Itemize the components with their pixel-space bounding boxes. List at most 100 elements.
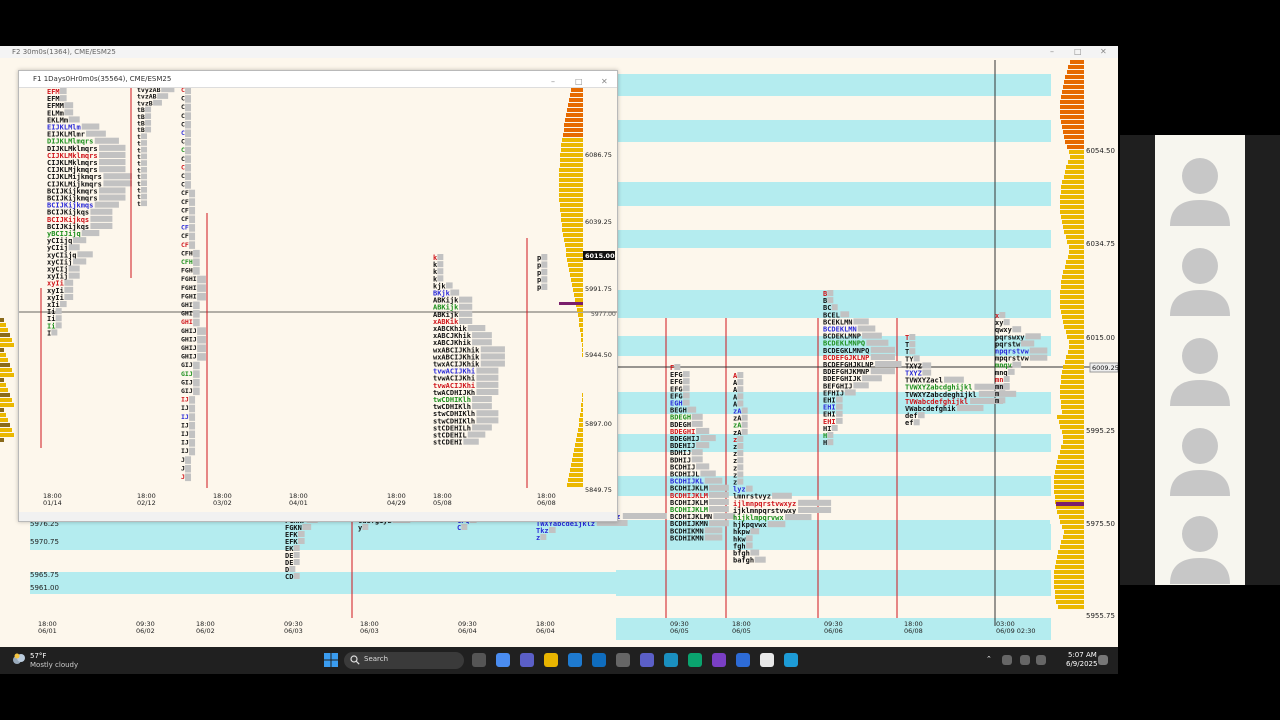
tpo-profile-bar: [704, 527, 723, 534]
tpo-profile-bar: [185, 473, 192, 482]
outlook-icon[interactable]: [592, 653, 606, 667]
trading-app-icon[interactable]: [784, 653, 798, 667]
tpo-profile-bar: [836, 403, 843, 410]
tpo-profile-bar: [827, 432, 834, 439]
volume-bar: [582, 398, 583, 402]
tpo-row: C: [181, 163, 185, 171]
volume-bar: [568, 263, 583, 267]
volume-bar: [1060, 300, 1084, 304]
tpo-profile-bar: [541, 276, 548, 283]
inner-window-titlebar[interactable]: F1 1Days0Hr0m0s(35564), CME/ESM25 – □ ✕: [19, 71, 617, 88]
volume-bar: [1064, 135, 1084, 139]
tpo-profile-bar: [189, 232, 196, 241]
volume-bar: [1062, 315, 1084, 319]
windows-start-icon[interactable]: [324, 653, 338, 667]
tpo-profile-bar: [145, 113, 152, 119]
session-band: [616, 182, 1051, 206]
date-axis-label: 02/12: [137, 499, 156, 507]
volume-bar: [1059, 420, 1084, 424]
clock-time[interactable]: 5:07 AM: [1068, 651, 1097, 659]
tpo-profile-bar: [193, 249, 200, 258]
tpo-profile-bar: [81, 230, 100, 237]
close-icon[interactable]: ✕: [1100, 46, 1107, 58]
tpo-profile-bar: [700, 470, 716, 477]
tpo-profile-bar: [157, 93, 169, 99]
weather-desc[interactable]: Mostly cloudy: [30, 661, 78, 669]
tpo-profile-bar: [480, 360, 505, 367]
edge-icon[interactable]: [688, 653, 702, 667]
daily-profile-window[interactable]: F1 1Days0Hr0m0s(35564), CME/ESM25 – □ ✕ …: [18, 70, 618, 522]
tpo-profile-bar: [189, 206, 196, 215]
settings-icon[interactable]: [616, 653, 630, 667]
tpo-profile-bar: [185, 181, 192, 189]
visual-studio-icon[interactable]: [712, 653, 726, 667]
tpo-profile-bar: [189, 447, 196, 456]
tray-chevron-icon[interactable]: ⌃: [986, 655, 992, 663]
task-view-icon[interactable]: [472, 653, 486, 667]
file-explorer-icon[interactable]: [544, 653, 558, 667]
tpo-profile-bar: [185, 129, 192, 138]
volume-bar: [576, 438, 583, 442]
tpo-profile-bar: [831, 304, 838, 311]
volume-bar: [561, 218, 583, 222]
tpo-profile-bar: [709, 491, 729, 498]
volume-bar: [1060, 195, 1084, 199]
volume-bar: [1065, 170, 1084, 174]
tpo-profile-bar: [737, 471, 744, 478]
store-icon[interactable]: [568, 653, 582, 667]
tpo-profile-bar: [918, 412, 925, 419]
tpo-profile-bar: [197, 327, 206, 335]
tpo-profile-bar: [700, 435, 716, 442]
tpo-profile-bar: [141, 180, 148, 186]
tpo-profile-bar: [141, 153, 148, 160]
tpo-profile-bar: [696, 463, 710, 470]
photos-icon[interactable]: [664, 653, 678, 667]
tpo-profile-bar: [99, 194, 126, 201]
tpo-row: GIJ: [181, 361, 193, 369]
tpo-profile-bar: [746, 535, 753, 542]
tray-battery-icon[interactable]: [1036, 655, 1046, 665]
date-axis-label: 06/03: [360, 627, 379, 635]
clock-date[interactable]: 6/9/2025: [1066, 660, 1097, 668]
tpo-profile-bar: [86, 130, 106, 137]
weather-temp[interactable]: 57°F: [30, 652, 46, 660]
copilot-icon[interactable]: [496, 653, 510, 667]
volume-bar: [559, 168, 583, 172]
tpo-profile-bar: [741, 414, 748, 421]
active-app-icon[interactable]: [760, 653, 774, 667]
left-price-label: 5970.75: [30, 538, 59, 546]
main-window-titlebar[interactable]: F2 30m0s(1364), CME/ESM25 – □ ✕: [0, 46, 1118, 58]
tray-network-icon[interactable]: [1002, 655, 1012, 665]
tpo-row: CFH: [181, 249, 193, 257]
search-placeholder: Search: [364, 655, 389, 663]
tray-volume-icon[interactable]: [1020, 655, 1030, 665]
zoom-icon[interactable]: [736, 653, 750, 667]
minimize-icon[interactable]: –: [1050, 46, 1054, 58]
volume-bar: [561, 213, 583, 217]
tpo-profile-bar: [922, 369, 932, 376]
tpo-row: C: [181, 103, 185, 111]
tpo-row: IJ: [181, 421, 189, 429]
volume-bar: [567, 258, 583, 262]
tpo-profile-bar: [64, 293, 74, 300]
tpo-profile-bar: [1012, 361, 1022, 368]
tpo-profile-bar: [141, 193, 148, 200]
taskbar-search-box[interactable]: Search: [344, 652, 464, 669]
volume-bar: [0, 353, 6, 357]
tpo-profile-bar: [737, 464, 744, 471]
volume-bar: [1060, 395, 1084, 399]
volume-bar: [1058, 455, 1084, 459]
teams-work-icon[interactable]: [640, 653, 654, 667]
tpo-profile-bar: [193, 318, 200, 327]
teams-icon[interactable]: [520, 653, 534, 667]
tpo-profile-bar: [772, 492, 792, 499]
volume-bar: [1054, 580, 1084, 584]
tpo-profile-bar: [99, 187, 126, 194]
tpo-profile-bar: [90, 208, 113, 215]
tpo-row: BCDHIKMN: [670, 534, 704, 542]
notification-icon[interactable]: [1098, 655, 1108, 665]
tpo-row: z: [536, 534, 540, 542]
maximize-icon[interactable]: □: [1074, 46, 1082, 58]
daily-market-profile-chart[interactable]: EFMEFMEFMMELMmEKLMmEIJKLMlmEIJKLMlmrDIJK…: [19, 88, 617, 521]
poc-marker: [559, 302, 583, 305]
